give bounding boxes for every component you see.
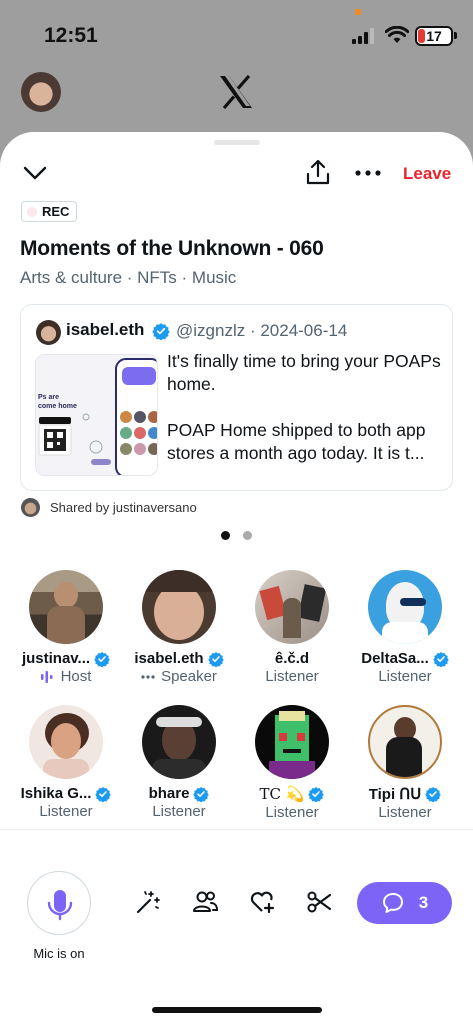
post-handle-date: @izgnzlz · 2024-06-14 [176,321,348,340]
home-indicator[interactable] [152,1007,322,1013]
pager-dot-active[interactable] [221,531,230,540]
participant-role: Host [60,668,92,685]
post-image: Ps are come home [35,354,158,476]
post-author-name: isabel.eth [66,320,145,339]
participant-name: Ishika G... [20,785,92,802]
participant-bhare[interactable]: bhare Listener [123,705,235,820]
avatar [368,570,442,644]
participant-isabel-eth[interactable]: isabel.eth Speaker [123,570,235,685]
avatar [142,705,216,779]
recording-indicator [355,9,361,15]
participant-name: isabel.eth [134,650,204,667]
heart-plus-icon[interactable] [248,888,276,916]
post-author-avatar [36,320,61,345]
participant-name: justinav... [21,650,91,667]
people-icon[interactable] [191,888,219,916]
participant-tc[interactable]: TC 💫 Listener [236,705,348,821]
participant-name: ê.č.d [274,650,310,667]
signal-icon [352,28,374,44]
space-topics: Arts & culture · NFTs · Music [20,268,237,287]
sound-wave-icon [40,670,53,683]
participant-deltasa[interactable]: DeltaSa... Listener [349,570,461,685]
participant-name: TC 💫 [259,785,305,803]
participant-name: bhare [148,785,190,802]
verified-badge-icon [193,786,210,802]
battery-level: 17 [426,28,442,44]
participant-role: Listener [378,668,432,685]
participant-role: Listener [265,804,319,821]
verified-badge-icon [433,651,449,667]
x-logo-icon [220,75,252,109]
space-title: Moments of the Unknown - 060 [20,237,324,260]
comment-count: 3 [418,893,429,912]
participant-role: Listener [39,803,93,820]
shared-by-label: Shared by justinaversano [50,500,197,515]
comment-bubble-icon [382,893,403,913]
avatar [142,570,216,644]
participant-role: Listener [265,668,319,685]
participant-name: Tipi ՈՍ [368,786,422,803]
comments-button[interactable]: 3 [357,882,452,924]
participant-ecd[interactable]: ê.č.d Listener [236,570,348,685]
battery-icon: 17 [415,26,453,46]
clock: 12:51 [44,24,98,47]
mic-button[interactable] [27,871,91,935]
participant-role: Listener [152,803,206,820]
profile-avatar[interactable] [21,72,61,112]
verified-badge-icon [425,787,441,802]
rec-dot-icon [27,206,37,217]
sheet-grabber[interactable] [214,140,260,145]
dots-icon [141,674,155,679]
pager-dot[interactable] [243,531,252,540]
carousel-pager[interactable] [221,531,252,540]
magic-wand-icon[interactable] [134,888,162,916]
wifi-icon [385,26,409,43]
verified-badge-icon [95,786,112,802]
svg-text:come home: come home [38,403,77,410]
mic-status-label: Mic is on [33,946,85,961]
chevron-down-icon[interactable] [22,163,48,183]
status-bar: 12:51 17 [0,0,473,70]
participant-justinaversano[interactable]: justinav... Host [10,570,122,685]
participant-role: Speaker [161,668,217,685]
rec-badge: REC [21,201,77,222]
participant-tipi[interactable]: Tipi ՈՍ Listener [349,705,461,821]
divider [0,829,473,830]
avatar [29,570,103,644]
avatar [368,705,442,779]
participant-name: DeltaSa... [361,650,429,667]
scissors-icon[interactable] [305,888,333,916]
svg-text:Ps are: Ps are [38,394,59,401]
shared-by-avatar [21,498,40,517]
leave-button[interactable]: Leave [403,164,451,184]
verified-badge-icon [308,787,325,802]
avatar [255,570,329,644]
verified-badge-icon [152,323,170,340]
avatar [255,705,329,779]
verified-badge-icon [94,651,110,667]
participant-ishika[interactable]: Ishika G... Listener [10,705,122,820]
participant-role: Listener [378,804,432,821]
microphone-icon [47,890,73,921]
post-text: It's finally time to bring your POAPs ho… [167,351,441,463]
verified-badge-icon [207,651,224,667]
rec-label: REC [42,204,70,219]
more-options-icon[interactable] [355,169,381,177]
share-icon[interactable] [305,158,331,186]
avatar [29,705,103,779]
